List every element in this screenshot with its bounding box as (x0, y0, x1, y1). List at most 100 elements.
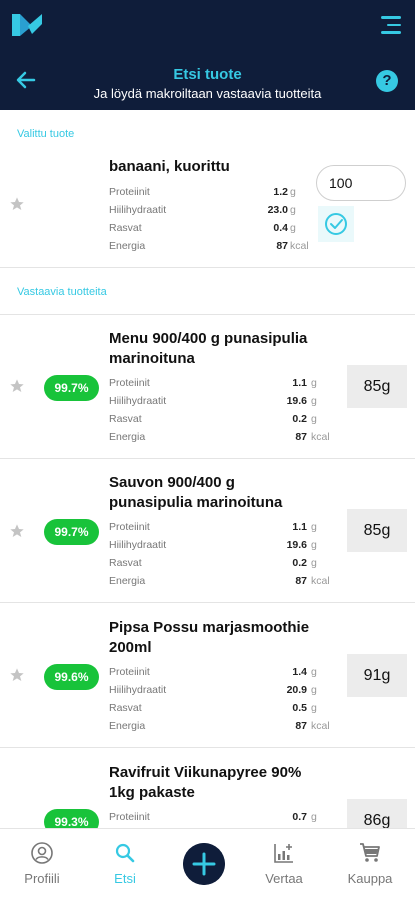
divider (0, 747, 415, 748)
macro-label: Energia (109, 431, 146, 443)
macro-value: 0.2 (292, 413, 307, 425)
menu-icon[interactable] (381, 16, 401, 34)
nav-label: Profiili (24, 871, 60, 886)
nav-compare[interactable]: Vertaa (244, 829, 324, 900)
macro-unit: kcal (311, 431, 330, 443)
macro-label: Hiilihydraatit (109, 539, 167, 551)
macro-unit: g (311, 702, 317, 714)
match-badge: 99.7% (44, 519, 99, 545)
macro-unit: g (311, 377, 317, 389)
macro-label: Energia (109, 240, 146, 252)
help-icon[interactable]: ? (376, 70, 398, 92)
macro-unit: g (311, 539, 317, 551)
add-plus-icon[interactable] (183, 843, 225, 885)
profile-icon (31, 842, 53, 864)
page-title: Etsi tuote (173, 66, 242, 83)
macro-value: 20.9 (286, 684, 307, 696)
macro-unit: g (290, 204, 296, 216)
confirm-check-icon[interactable] (318, 206, 354, 242)
nav-label: Vertaa (265, 871, 303, 886)
cart-icon (360, 843, 380, 862)
selected-product-name: banaani, kuorittu (109, 158, 230, 175)
macro-unit: g (311, 395, 317, 407)
macro-value: 0.4 (273, 222, 288, 234)
content-area: Valittu tuote banaani, kuorittu Proteiin… (0, 110, 415, 828)
macro-value: 0.7 (292, 811, 307, 823)
compare-chart-icon (274, 844, 293, 863)
bottom-nav: Profiili Etsi Vertaa Kauppa (0, 828, 415, 900)
macro-unit: kcal (311, 575, 330, 587)
nav-profile[interactable]: Profiili (2, 829, 82, 900)
product-name-line: Ravifruit Viikunapyree 90% (109, 764, 302, 781)
nav-label: Etsi (114, 871, 136, 886)
grams-button[interactable]: 85g (347, 509, 407, 552)
macro-value: 1.1 (292, 377, 307, 389)
favorite-star-icon[interactable] (9, 378, 25, 394)
macro-label: Proteiinit (109, 521, 150, 533)
macro-value: 1.4 (292, 666, 307, 678)
macro-value: 87 (295, 720, 307, 732)
product-name-line: Sauvon 900/400 g (109, 474, 235, 491)
nav-shop[interactable]: Kauppa (330, 829, 410, 900)
macro-label: Proteiinit (109, 666, 150, 678)
macro-label: Hiilihydraatit (109, 395, 167, 407)
matches-section-label: Vastaavia tuotteita (17, 286, 107, 298)
macro-value: 1.1 (292, 521, 307, 533)
divider (0, 602, 415, 603)
product-name-line: marinoituna (109, 350, 195, 367)
divider (0, 267, 415, 268)
macro-unit: kcal (311, 720, 330, 732)
macro-label: Energia (109, 720, 146, 732)
match-badge: 99.3% (44, 809, 99, 828)
search-icon (115, 843, 135, 863)
top-bar: Etsi tuote Ja löydä makroiltaan vastaavi… (0, 0, 415, 110)
macro-value: 1.2 (273, 186, 288, 198)
product-name-line: 1kg pakaste (109, 784, 195, 801)
nav-label: Kauppa (347, 871, 393, 886)
divider (0, 458, 415, 459)
match-badge: 99.6% (44, 664, 99, 690)
grams-button[interactable]: 86g (347, 799, 407, 828)
macro-label: Rasvat (109, 702, 142, 714)
nav-search[interactable]: Etsi (85, 829, 165, 900)
macro-value: 87 (276, 240, 288, 252)
favorite-star-icon[interactable] (9, 523, 25, 539)
macro-label: Proteiinit (109, 186, 150, 198)
macro-unit: g (311, 684, 317, 696)
macro-unit: g (311, 521, 317, 533)
macro-value: 23.0 (267, 204, 288, 216)
grams-button[interactable]: 91g (347, 654, 407, 697)
macro-unit: g (311, 811, 317, 823)
quantity-input[interactable]: 100 (316, 165, 406, 201)
favorite-star-icon[interactable] (9, 667, 25, 683)
macro-label: Energia (109, 575, 146, 587)
macro-value: 87 (295, 431, 307, 443)
macro-label: Hiilihydraatit (109, 204, 167, 216)
favorite-star-icon[interactable] (9, 196, 25, 212)
grams-button[interactable]: 85g (347, 365, 407, 408)
product-name-line: punasipulia marinoituna (109, 494, 283, 511)
macro-label: Rasvat (109, 413, 142, 425)
macro-unit: kcal (290, 240, 309, 252)
macro-label: Rasvat (109, 222, 142, 234)
match-badge: 99.7% (44, 375, 99, 401)
macro-value: 19.6 (286, 395, 307, 407)
macro-value: 87 (295, 575, 307, 587)
macro-unit: g (290, 222, 296, 234)
selected-section-label: Valittu tuote (17, 128, 75, 140)
macro-unit: g (311, 666, 317, 678)
macro-label: Proteiinit (109, 377, 150, 389)
macro-label: Hiilihydraatit (109, 684, 167, 696)
page-subtitle: Ja löydä makroiltaan vastaavia tuotteita (93, 86, 322, 101)
divider (0, 314, 415, 315)
app-logo-icon[interactable] (10, 10, 44, 40)
macro-unit: g (311, 557, 317, 569)
product-name-line: Menu 900/400 g punasipulia (109, 330, 308, 347)
macro-value: 0.2 (292, 557, 307, 569)
macro-value: 0.5 (292, 702, 307, 714)
product-name-line: Pipsa Possu marjasmoothie (109, 619, 310, 636)
macro-value: 19.6 (286, 539, 307, 551)
macro-unit: g (311, 413, 317, 425)
macro-label: Proteiinit (109, 811, 150, 823)
macro-label: Rasvat (109, 557, 142, 569)
